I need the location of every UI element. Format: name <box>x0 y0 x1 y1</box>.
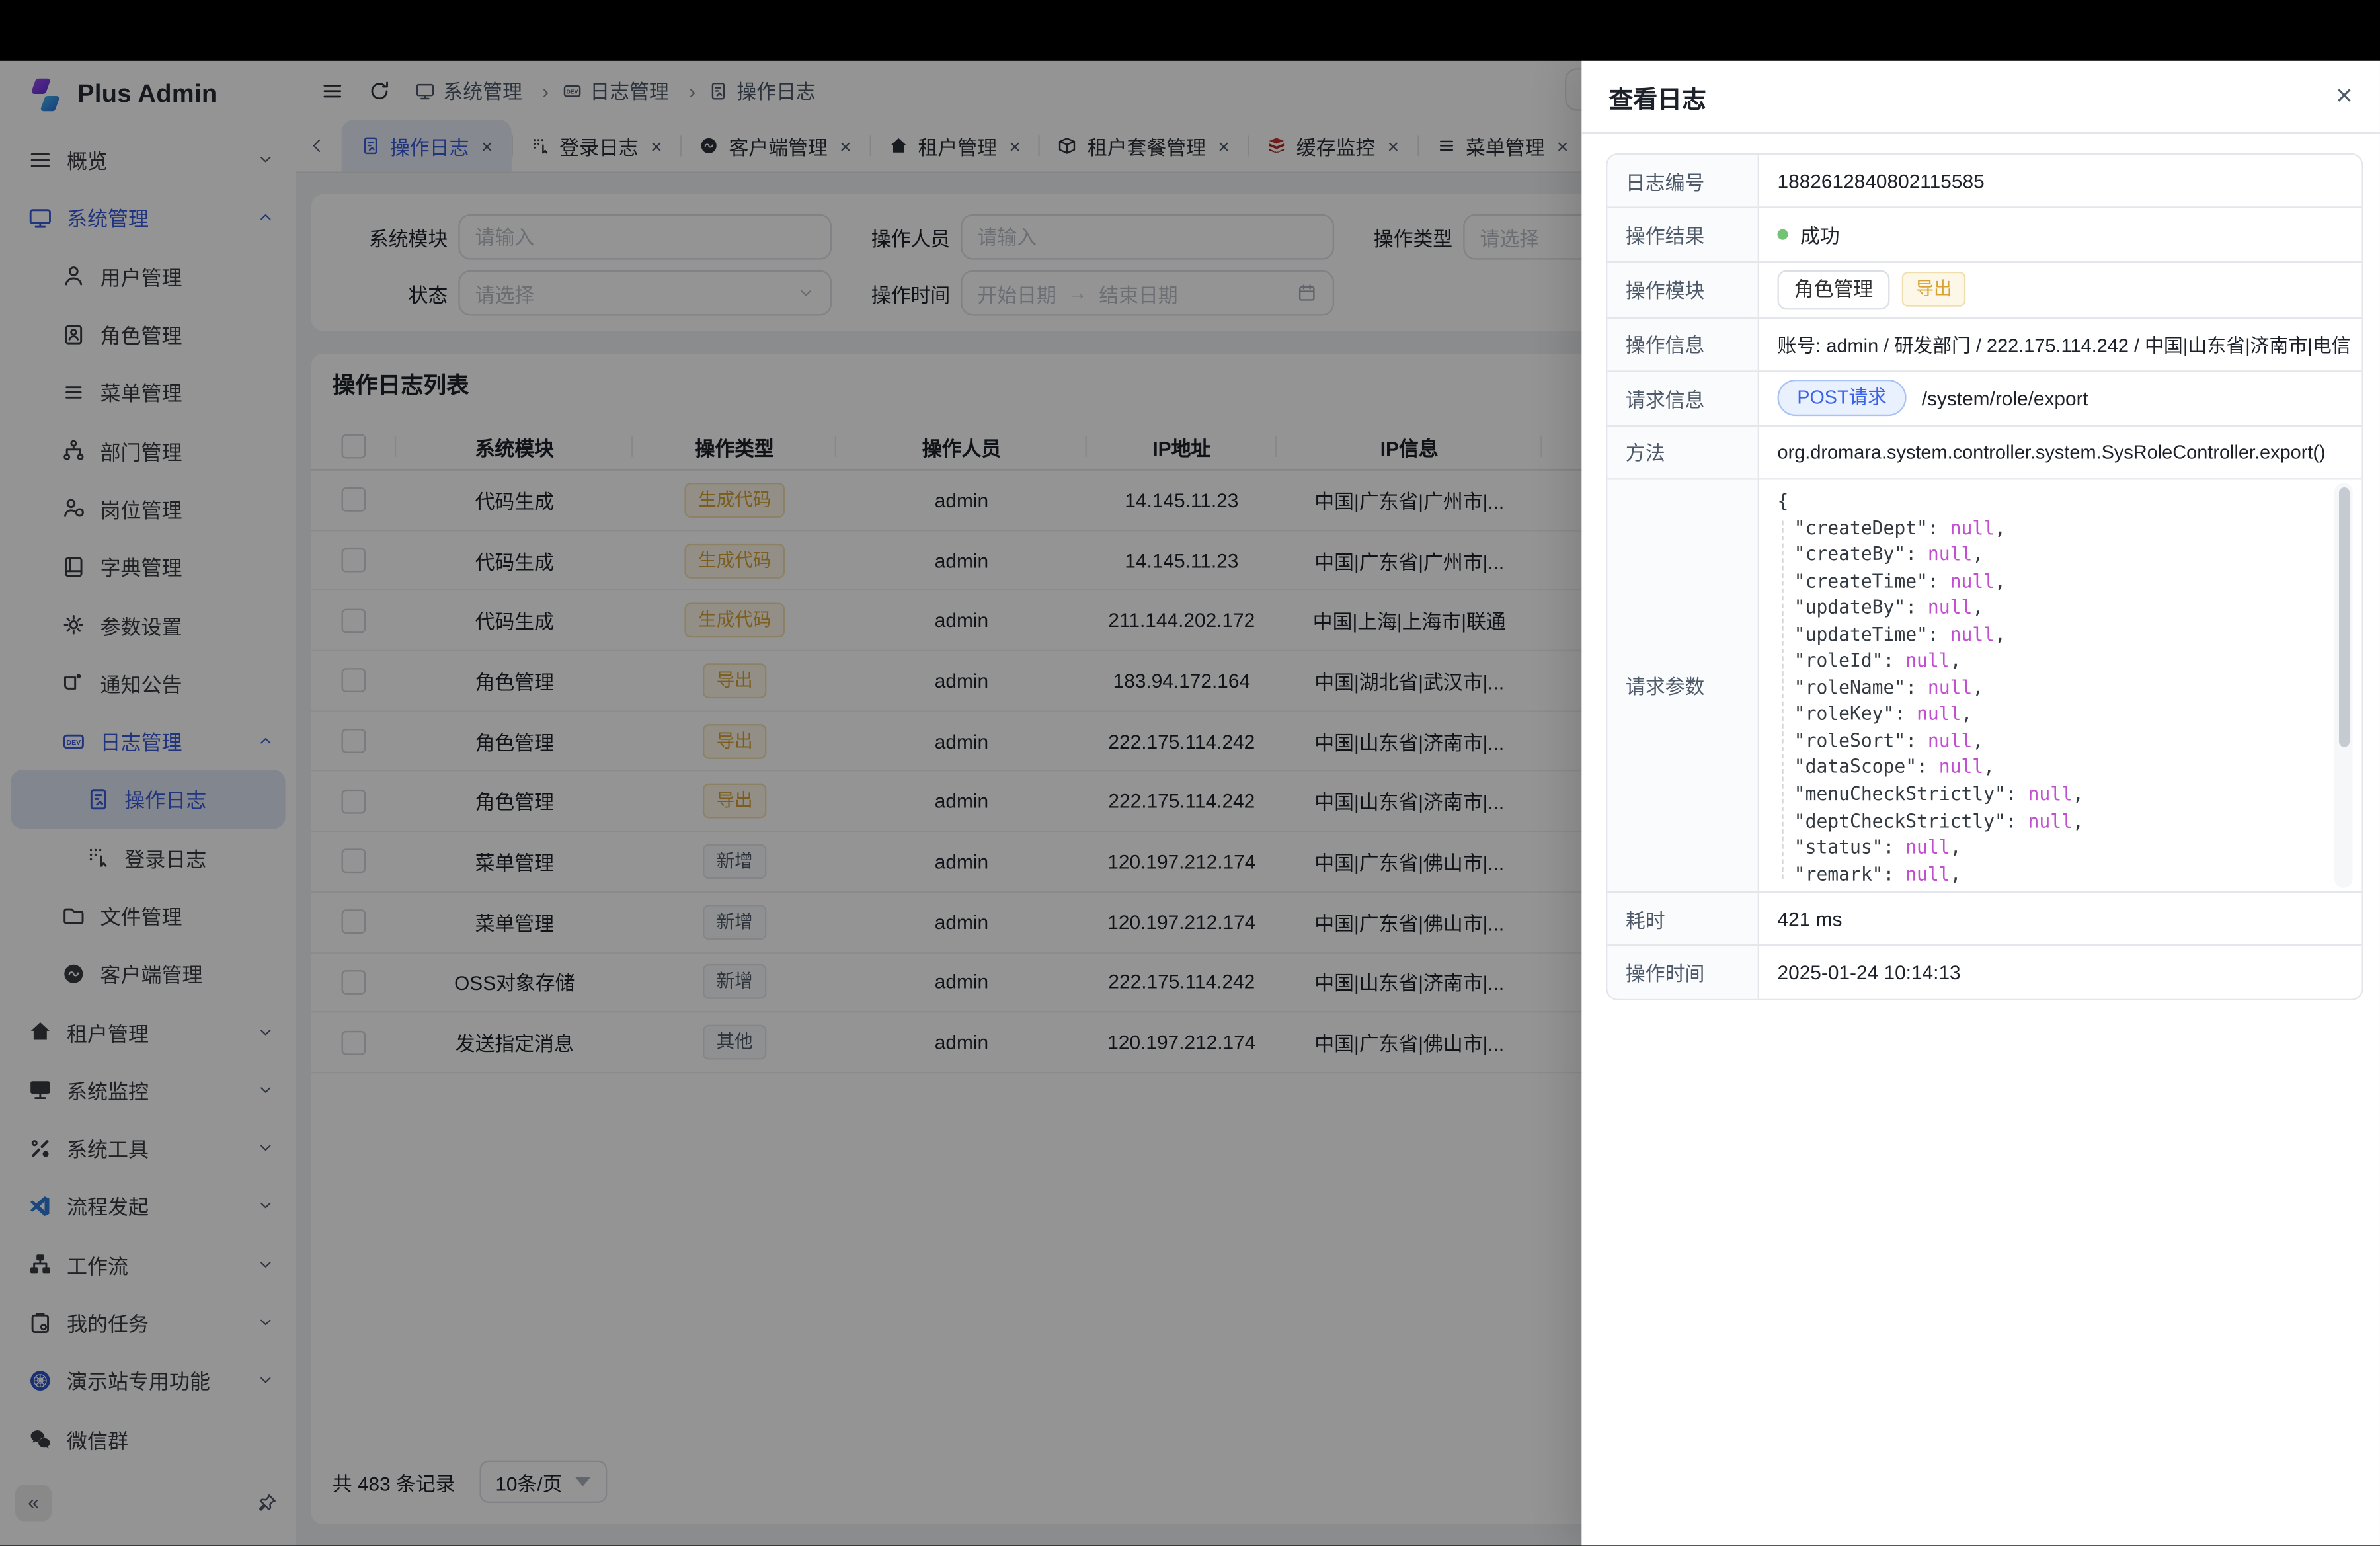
log-detail-drawer: 查看日志 × 日志编号 1882612840802115585 操作结果 成功 … <box>1581 61 2380 1546</box>
json-line: "createBy": null, <box>1777 542 2361 569</box>
field-label: 操作信息 <box>1607 319 1759 371</box>
drawer-title: 查看日志 <box>1609 78 1706 114</box>
drawer-close-icon[interactable]: × <box>2336 82 2353 111</box>
field-label: 方法 <box>1607 426 1759 478</box>
operation-info-value: 账号: admin / 研发部门 / 222.175.114.242 / 中国|… <box>1759 319 2361 371</box>
json-line: "remark": null, <box>1777 862 2361 888</box>
request-params-cell: {"createDept": null,"createBy": null,"cr… <box>1759 479 2361 891</box>
success-dot <box>1777 229 1788 240</box>
json-line: "status": null, <box>1777 835 2361 862</box>
log-id-value: 1882612840802115585 <box>1759 155 2361 207</box>
field-label: 日志编号 <box>1607 155 1759 207</box>
json-line: "deptCheckStrictly": null, <box>1777 809 2361 835</box>
json-line: "updateTime": null, <box>1777 622 2361 649</box>
time-value: 2025-01-24 10:14:13 <box>1759 946 2361 998</box>
field-label: 操作模块 <box>1607 263 1759 317</box>
json-line: "createTime": null, <box>1777 569 2361 595</box>
json-line: "roleId": null, <box>1777 649 2361 675</box>
json-line: "roleName": null, <box>1777 675 2361 702</box>
method-value: org.dromara.system.controller.system.Sys… <box>1759 426 2361 478</box>
action-tag: 导出 <box>1902 272 1965 307</box>
indent-guide <box>1782 520 1783 879</box>
field-label: 耗时 <box>1607 893 1759 945</box>
drawer-header: 查看日志 × <box>1581 61 2380 134</box>
module-tag: 角色管理 <box>1777 270 1889 309</box>
json-line: "dataScope": null, <box>1777 755 2361 782</box>
screen: Plus Admin 概览 系统管理 用户管理 <box>0 0 2380 1546</box>
log-descriptions: 日志编号 1882612840802115585 操作结果 成功 操作模块 角色… <box>1606 153 2363 1000</box>
field-label: 操作结果 <box>1607 208 1759 261</box>
json-line: "updateBy": null, <box>1777 595 2361 622</box>
json-line: "roleKey": null, <box>1777 702 2361 728</box>
field-label: 请求信息 <box>1607 372 1759 425</box>
json-line: { <box>1777 489 2361 515</box>
json-code-block: {"createDept": null,"createBy": null,"cr… <box>1777 489 2361 888</box>
request-url: /system/role/export <box>1922 387 2088 409</box>
drawer-body: 日志编号 1882612840802115585 操作结果 成功 操作模块 角色… <box>1581 134 2380 1546</box>
field-label: 操作时间 <box>1607 946 1759 998</box>
json-line: "menuCheckStrictly": null, <box>1777 782 2361 808</box>
post-method-badge: POST请求 <box>1777 380 1906 417</box>
json-line: "roleSort": null, <box>1777 729 2361 755</box>
json-line: "createDept": null, <box>1777 515 2361 542</box>
scrollbar-thumb[interactable] <box>2338 487 2349 747</box>
cost-value: 421 ms <box>1759 893 2361 945</box>
field-label: 请求参数 <box>1607 479 1759 891</box>
result-value: 成功 <box>1800 220 1840 249</box>
